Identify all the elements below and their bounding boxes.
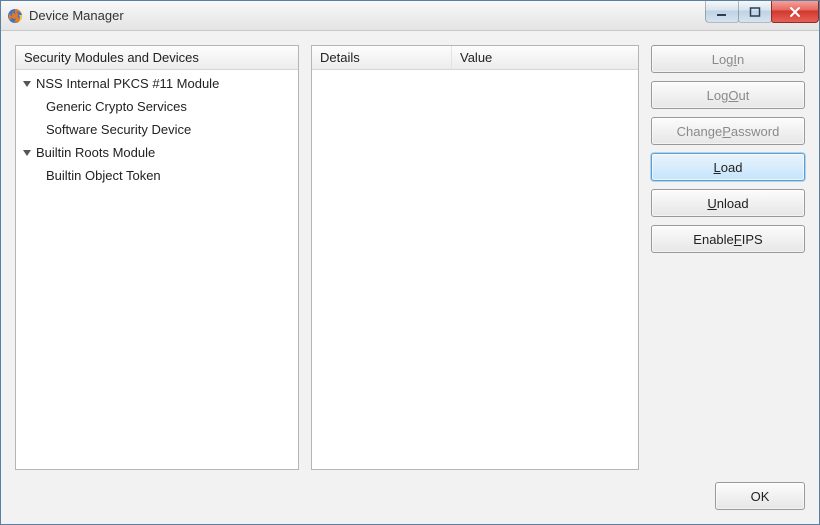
chevron-down-icon[interactable]	[22, 79, 32, 89]
modules-tree: NSS Internal PKCS #11 Module Generic Cry…	[16, 70, 298, 469]
modules-panel: Security Modules and Devices NSS Interna…	[15, 45, 299, 470]
tree-device[interactable]: Software Security Device	[16, 118, 298, 141]
tree-device[interactable]: Builtin Object Token	[16, 164, 298, 187]
chevron-down-icon[interactable]	[22, 148, 32, 158]
details-column-header[interactable]: Details	[312, 46, 452, 69]
close-icon	[788, 6, 802, 18]
window-title: Device Manager	[29, 8, 124, 23]
details-body	[312, 70, 638, 469]
dialog-body: Security Modules and Devices NSS Interna…	[1, 31, 819, 524]
value-column-header[interactable]: Value	[452, 46, 638, 69]
tree-module[interactable]: Builtin Roots Module	[16, 141, 298, 164]
tree-device[interactable]: Generic Crypto Services	[16, 95, 298, 118]
tree-module[interactable]: NSS Internal PKCS #11 Module	[16, 72, 298, 95]
close-button[interactable]	[771, 1, 819, 23]
modules-header-row: Security Modules and Devices	[16, 46, 298, 70]
details-panel: Details Value	[311, 45, 639, 470]
tree-device-label: Software Security Device	[46, 122, 191, 137]
firefox-icon	[7, 8, 23, 24]
tree-device-label: Builtin Object Token	[46, 168, 161, 183]
tree-module-label: NSS Internal PKCS #11 Module	[36, 76, 219, 91]
minimize-button[interactable]	[705, 1, 739, 23]
window-controls	[706, 1, 819, 23]
tree-module-label: Builtin Roots Module	[36, 145, 155, 160]
minimize-icon	[716, 6, 728, 18]
titlebar: Device Manager	[1, 1, 819, 31]
dialog-footer: OK	[15, 470, 805, 510]
tree-device-label: Generic Crypto Services	[46, 99, 187, 114]
ok-button[interactable]: OK	[715, 482, 805, 510]
unload-button[interactable]: Unload	[651, 189, 805, 217]
enable-fips-button[interactable]: Enable FIPS	[651, 225, 805, 253]
change-password-button[interactable]: Change Password	[651, 117, 805, 145]
details-header-row: Details Value	[312, 46, 638, 70]
maximize-button[interactable]	[738, 1, 772, 23]
maximize-icon	[749, 6, 761, 18]
ok-button-label: OK	[751, 489, 770, 504]
logout-button[interactable]: Log Out	[651, 81, 805, 109]
device-manager-window: Device Manager Security Modules and Devi…	[0, 0, 820, 525]
load-button[interactable]: Load	[651, 153, 805, 181]
login-button[interactable]: Log In	[651, 45, 805, 73]
action-buttons-column: Log In Log Out Change Password Load Unlo…	[651, 45, 805, 470]
modules-header[interactable]: Security Modules and Devices	[16, 46, 298, 69]
content-row: Security Modules and Devices NSS Interna…	[15, 45, 805, 470]
